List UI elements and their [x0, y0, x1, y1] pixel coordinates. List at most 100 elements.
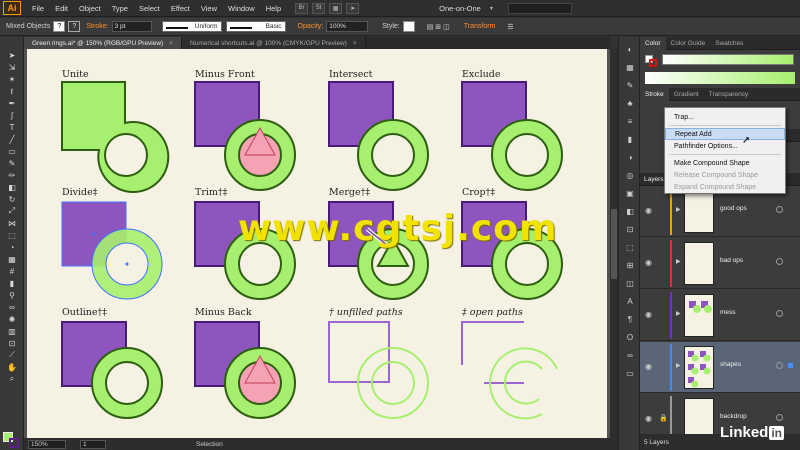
- eye-icon[interactable]: ◉: [645, 206, 652, 215]
- menu-item-make-compound-shape[interactable]: Make Compound Shape: [665, 157, 785, 169]
- layer-row[interactable]: ◉ ▶ bad ops: [640, 238, 800, 289]
- graphic-style-swatch[interactable]: [402, 21, 415, 32]
- curvature-tool-icon[interactable]: ∫: [4, 109, 20, 121]
- target-icon[interactable]: [776, 362, 783, 369]
- menu-icon[interactable]: ☰: [507, 23, 513, 31]
- status-tool-label[interactable]: Selection: [196, 441, 223, 448]
- minus-back-shape[interactable]: [194, 321, 296, 419]
- swatches-icon[interactable]: ▦: [623, 61, 637, 73]
- character-panel-icon[interactable]: A: [623, 295, 637, 307]
- layer-row-selected[interactable]: ◉ ▶ shapes: [640, 342, 800, 393]
- menu-window[interactable]: Window: [228, 4, 255, 13]
- symbols-icon[interactable]: ♣: [623, 97, 637, 109]
- color-spectrum[interactable]: [645, 72, 795, 84]
- blend-tool-icon[interactable]: ∞: [4, 301, 20, 313]
- menu-item-repeat-add[interactable]: Repeat Add: [665, 128, 785, 140]
- search-input[interactable]: [507, 2, 572, 14]
- slice-tool-icon[interactable]: ⟋: [4, 349, 20, 361]
- color-panel-icon[interactable]: ◐: [623, 43, 637, 55]
- scale-tool-icon[interactable]: ⤢: [4, 205, 20, 217]
- vertical-scrollbar[interactable]: [610, 49, 618, 438]
- gradient-tool-icon[interactable]: ▮: [4, 277, 20, 289]
- layer-name[interactable]: backdrop: [720, 413, 747, 420]
- opacity-label[interactable]: Opacity:: [298, 23, 324, 30]
- graphic-styles-icon[interactable]: ▣: [623, 187, 637, 199]
- stock-button[interactable]: St: [312, 2, 326, 14]
- stroke-panel-icon[interactable]: ≡: [623, 115, 637, 127]
- expand-arrow-icon[interactable]: ▶: [676, 362, 681, 369]
- type-tool-icon[interactable]: T: [4, 121, 20, 133]
- perspective-grid-tool-icon[interactable]: ▦: [4, 253, 20, 265]
- menu-view[interactable]: View: [201, 4, 217, 13]
- eye-icon[interactable]: ◉: [645, 362, 652, 371]
- brushes-icon[interactable]: ✎: [623, 79, 637, 91]
- target-icon[interactable]: [776, 414, 783, 421]
- column-graph-tool-icon[interactable]: ▥: [4, 325, 20, 337]
- transparency-panel-icon[interactable]: ◑: [623, 151, 637, 163]
- eyedropper-tool-icon[interactable]: ⚲: [4, 289, 20, 301]
- pen-tool-icon[interactable]: ✒: [4, 97, 20, 109]
- libraries-panel-icon[interactable]: ▭: [623, 367, 637, 379]
- workspace-switcher[interactable]: One-on-One: [439, 4, 481, 13]
- align-icon[interactable]: ▤ ⊞ ◫: [427, 23, 450, 31]
- align-panel-icon[interactable]: ⊞: [623, 259, 637, 271]
- menu-object[interactable]: Object: [79, 4, 101, 13]
- free-transform-tool-icon[interactable]: ⬚: [4, 229, 20, 241]
- tab-gradient[interactable]: Gradient: [669, 88, 704, 101]
- artboard-navigation[interactable]: 1: [80, 439, 106, 449]
- tab-color-guide[interactable]: Color Guide: [666, 37, 711, 50]
- stroke-color-swatch[interactable]: [9, 438, 19, 448]
- mesh-tool-icon[interactable]: #: [4, 265, 20, 277]
- layer-row[interactable]: ◉ ▶ mess: [640, 290, 800, 341]
- target-icon[interactable]: [776, 206, 783, 213]
- pathfinder-panel-icon[interactable]: ◫: [623, 277, 637, 289]
- artboards-panel-icon[interactable]: ⊡: [623, 223, 637, 235]
- menu-effect[interactable]: Effect: [171, 4, 190, 13]
- transform-link[interactable]: Transform: [464, 23, 496, 30]
- brush-definition[interactable]: Basic: [225, 21, 286, 32]
- eye-icon[interactable]: ◉: [645, 258, 652, 267]
- expand-arrow-icon[interactable]: ▶: [676, 206, 681, 213]
- selection-indicator[interactable]: [788, 363, 793, 368]
- stroke-weight-field[interactable]: 3 pt: [111, 21, 152, 32]
- hand-tool-icon[interactable]: ✋: [4, 361, 20, 373]
- lasso-tool-icon[interactable]: ℓ: [4, 85, 20, 97]
- menu-help[interactable]: Help: [266, 4, 281, 13]
- appearance-panel-icon[interactable]: ◎: [623, 169, 637, 181]
- shape-builder-tool-icon[interactable]: ◔: [4, 241, 20, 253]
- eye-icon[interactable]: ◉: [645, 310, 652, 319]
- tab-green-rings[interactable]: Green rings.ai* @ 150% (RGB/GPU Preview)…: [24, 37, 183, 49]
- send-icon[interactable]: ➤: [346, 2, 360, 14]
- tab-color[interactable]: Color: [640, 36, 666, 50]
- stroke-label[interactable]: Stroke:: [86, 23, 108, 30]
- eraser-tool-icon[interactable]: ◧: [4, 181, 20, 193]
- menu-type[interactable]: Type: [112, 4, 128, 13]
- intersect-shape[interactable]: [328, 81, 429, 191]
- opentype-panel-icon[interactable]: O: [623, 331, 637, 343]
- direct-selection-tool-icon[interactable]: ⇲: [4, 61, 20, 73]
- zoom-field[interactable]: 150%: [28, 439, 66, 449]
- menu-file[interactable]: File: [32, 4, 44, 13]
- layer-name[interactable]: bad ops: [720, 257, 743, 264]
- line-tool-icon[interactable]: ╱: [4, 133, 20, 145]
- magic-wand-tool-icon[interactable]: ✶: [4, 73, 20, 85]
- transform-panel-icon[interactable]: ⬚: [623, 241, 637, 253]
- exclude-shape[interactable]: [461, 81, 563, 191]
- pencil-tool-icon[interactable]: ✏: [4, 169, 20, 181]
- paintbrush-tool-icon[interactable]: ✎: [4, 157, 20, 169]
- fill-swatch[interactable]: ?: [53, 21, 66, 32]
- zoom-tool-icon[interactable]: ⌕: [4, 373, 20, 385]
- layer-name[interactable]: good ops: [720, 205, 747, 212]
- unfilled-paths-shape[interactable]: [328, 321, 429, 419]
- menu-edit[interactable]: Edit: [55, 4, 68, 13]
- target-icon[interactable]: [776, 310, 783, 317]
- expand-arrow-icon[interactable]: ▶: [676, 310, 681, 317]
- gradient-panel-icon[interactable]: ▮: [623, 133, 637, 145]
- lock-icon[interactable]: 🔒: [659, 414, 668, 422]
- close-icon[interactable]: ×: [353, 40, 357, 47]
- layers-panel-icon[interactable]: ◧: [623, 205, 637, 217]
- expand-arrow-icon[interactable]: ▶: [676, 258, 681, 265]
- eye-icon[interactable]: ◉: [645, 414, 652, 423]
- stroke-swatch[interactable]: ?: [68, 21, 81, 32]
- links-panel-icon[interactable]: ∞: [623, 349, 637, 361]
